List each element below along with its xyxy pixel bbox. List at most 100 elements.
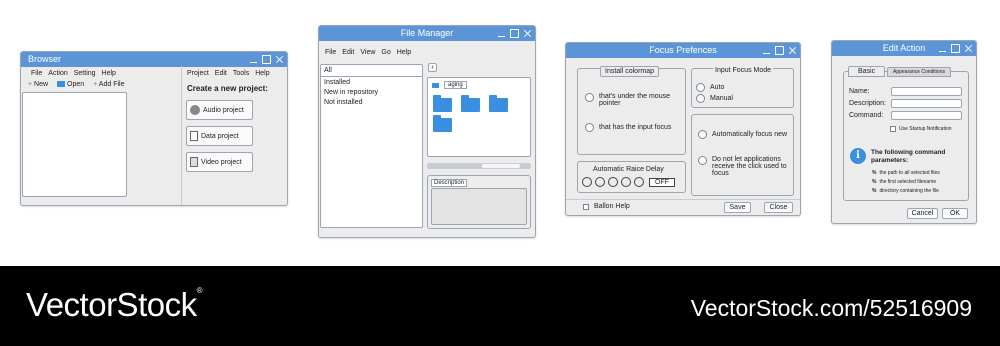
folder-icon[interactable] <box>433 115 452 132</box>
close-button[interactable]: Close <box>764 202 793 213</box>
close-icon[interactable] <box>964 44 973 53</box>
menu-setting[interactable]: Setting <box>74 70 96 77</box>
registered-mark: ® <box>196 286 203 295</box>
maximize-icon[interactable] <box>951 44 960 53</box>
menu-go[interactable]: Go <box>381 49 390 56</box>
menu-view[interactable]: View <box>360 49 375 56</box>
scrollbar-thumb[interactable] <box>482 164 520 168</box>
folder-icon[interactable] <box>433 95 452 112</box>
filter-all[interactable]: All <box>321 65 422 77</box>
install-colormap-tab[interactable]: Install colormap <box>600 66 660 77</box>
tab-basic[interactable]: Basic <box>848 66 886 77</box>
radio-button[interactable] <box>698 156 707 165</box>
close-icon[interactable] <box>275 55 284 64</box>
menu-edit[interactable]: Edit <box>342 49 354 56</box>
menu-file[interactable]: File <box>31 70 42 77</box>
param-code: % <box>872 179 877 185</box>
radio-button[interactable] <box>585 123 594 132</box>
description-field[interactable] <box>891 99 962 108</box>
package-list[interactable]: All Installed New in repository Not inst… <box>320 64 423 228</box>
timer-icon[interactable] <box>634 177 644 187</box>
ok-button[interactable]: OK <box>942 208 968 219</box>
param-row: % the first selected filename <box>872 179 937 185</box>
folder-icon[interactable] <box>461 95 480 112</box>
timer-icon[interactable] <box>621 177 631 187</box>
close-icon[interactable] <box>523 29 532 38</box>
folder-icon <box>57 81 66 88</box>
menu-help[interactable]: Help <box>102 70 116 77</box>
description-text-area[interactable] <box>431 188 527 225</box>
focus-option-auto[interactable]: Auto <box>696 83 724 92</box>
timer-icon[interactable] <box>595 177 605 187</box>
no-click-focus-option[interactable]: Do not let applications receive the clic… <box>698 156 791 177</box>
startup-notification-option[interactable]: Use Startup Notification <box>890 126 952 132</box>
file-manager-window: File Manager File Edit View Go Help All … <box>318 25 536 238</box>
close-icon[interactable] <box>788 46 797 55</box>
radio-button[interactable] <box>585 93 594 102</box>
minimize-icon[interactable] <box>249 55 258 64</box>
list-item[interactable]: Installed <box>321 77 422 88</box>
name-field[interactable] <box>891 87 962 96</box>
menu-action[interactable]: Action <box>48 70 67 77</box>
timer-icon[interactable] <box>582 177 592 187</box>
focus-preferences-window: Focus Prefences Install colormap that's … <box>565 42 801 216</box>
new-button[interactable]: + New <box>28 81 48 88</box>
param-code: % <box>872 188 877 194</box>
balloon-help-option[interactable]: Ballon Help <box>583 203 630 210</box>
description-tab: Description <box>431 179 468 187</box>
input-focus-mode-label: Input Focus Mode <box>713 66 774 75</box>
list-item[interactable]: Not installed <box>321 97 422 108</box>
install-colormap-group: Install colormap that's under the mouse … <box>577 66 686 155</box>
menu-edit[interactable]: Edit <box>215 70 227 77</box>
divider <box>181 66 182 205</box>
menu-tools[interactable]: Tools <box>233 70 249 77</box>
menu-project[interactable]: Project <box>187 70 209 77</box>
checkbox[interactable] <box>583 203 589 210</box>
radio-button[interactable] <box>696 94 705 103</box>
browser-title: Browser <box>28 54 62 64</box>
audio-disc-icon <box>190 105 200 115</box>
checkbox[interactable] <box>890 126 896 132</box>
folder-icon[interactable] <box>489 95 508 112</box>
horizontal-scrollbar[interactable] <box>427 163 531 169</box>
cancel-button[interactable]: Cancel <box>907 208 938 219</box>
menu-help[interactable]: Help <box>397 49 411 56</box>
minimize-icon[interactable] <box>938 44 947 53</box>
watermark-banner: VectorStock® VectorStock.com/52516909 <box>0 266 1000 346</box>
param-row: % the path to all selected files <box>872 170 940 176</box>
focus-option-manual[interactable]: Manual <box>696 94 733 103</box>
window-controls <box>762 43 797 58</box>
file-manager-menubar: File Edit View Go Help <box>319 46 417 59</box>
description-panel: Description <box>427 175 531 229</box>
tab-appearance-conditions[interactable]: Appearance Conditions <box>887 67 951 77</box>
path-segment[interactable]: aging <box>444 81 467 89</box>
command-field[interactable] <box>891 111 962 120</box>
folder-view[interactable]: aging <box>427 77 531 157</box>
add-file-button[interactable]: + Add File <box>93 81 124 88</box>
open-button[interactable]: Open <box>57 81 84 88</box>
back-button[interactable]: ‹ <box>428 63 437 72</box>
auto-focus-new-option[interactable]: Automatically focus new <box>698 130 787 139</box>
video-project-button[interactable]: Video project <box>186 152 253 172</box>
file-manager-titlebar: File Manager <box>319 26 535 41</box>
menu-file[interactable]: File <box>325 49 336 56</box>
plus-icon: + <box>93 81 98 88</box>
maximize-icon[interactable] <box>775 46 784 55</box>
menu-help-right[interactable]: Help <box>255 70 269 77</box>
data-project-button[interactable]: Data project <box>186 126 253 146</box>
browser-content-pane[interactable] <box>22 92 127 197</box>
radio-button[interactable] <box>696 83 705 92</box>
raise-delay-toggle[interactable]: OFF <box>649 177 675 187</box>
colormap-option-mouse[interactable]: that's under the mouse pointer <box>585 93 685 107</box>
colormap-option-focus[interactable]: that has the input focus <box>585 123 671 132</box>
radio-button[interactable] <box>698 130 707 139</box>
plus-icon: + <box>28 81 33 88</box>
minimize-icon[interactable] <box>762 46 771 55</box>
minimize-icon[interactable] <box>497 29 506 38</box>
save-button[interactable]: Save <box>724 202 751 213</box>
audio-project-button[interactable]: Audio project <box>186 100 253 120</box>
list-item[interactable]: New in repository <box>321 88 422 97</box>
maximize-icon[interactable] <box>510 29 519 38</box>
timer-icon[interactable] <box>608 177 618 187</box>
maximize-icon[interactable] <box>262 55 271 64</box>
